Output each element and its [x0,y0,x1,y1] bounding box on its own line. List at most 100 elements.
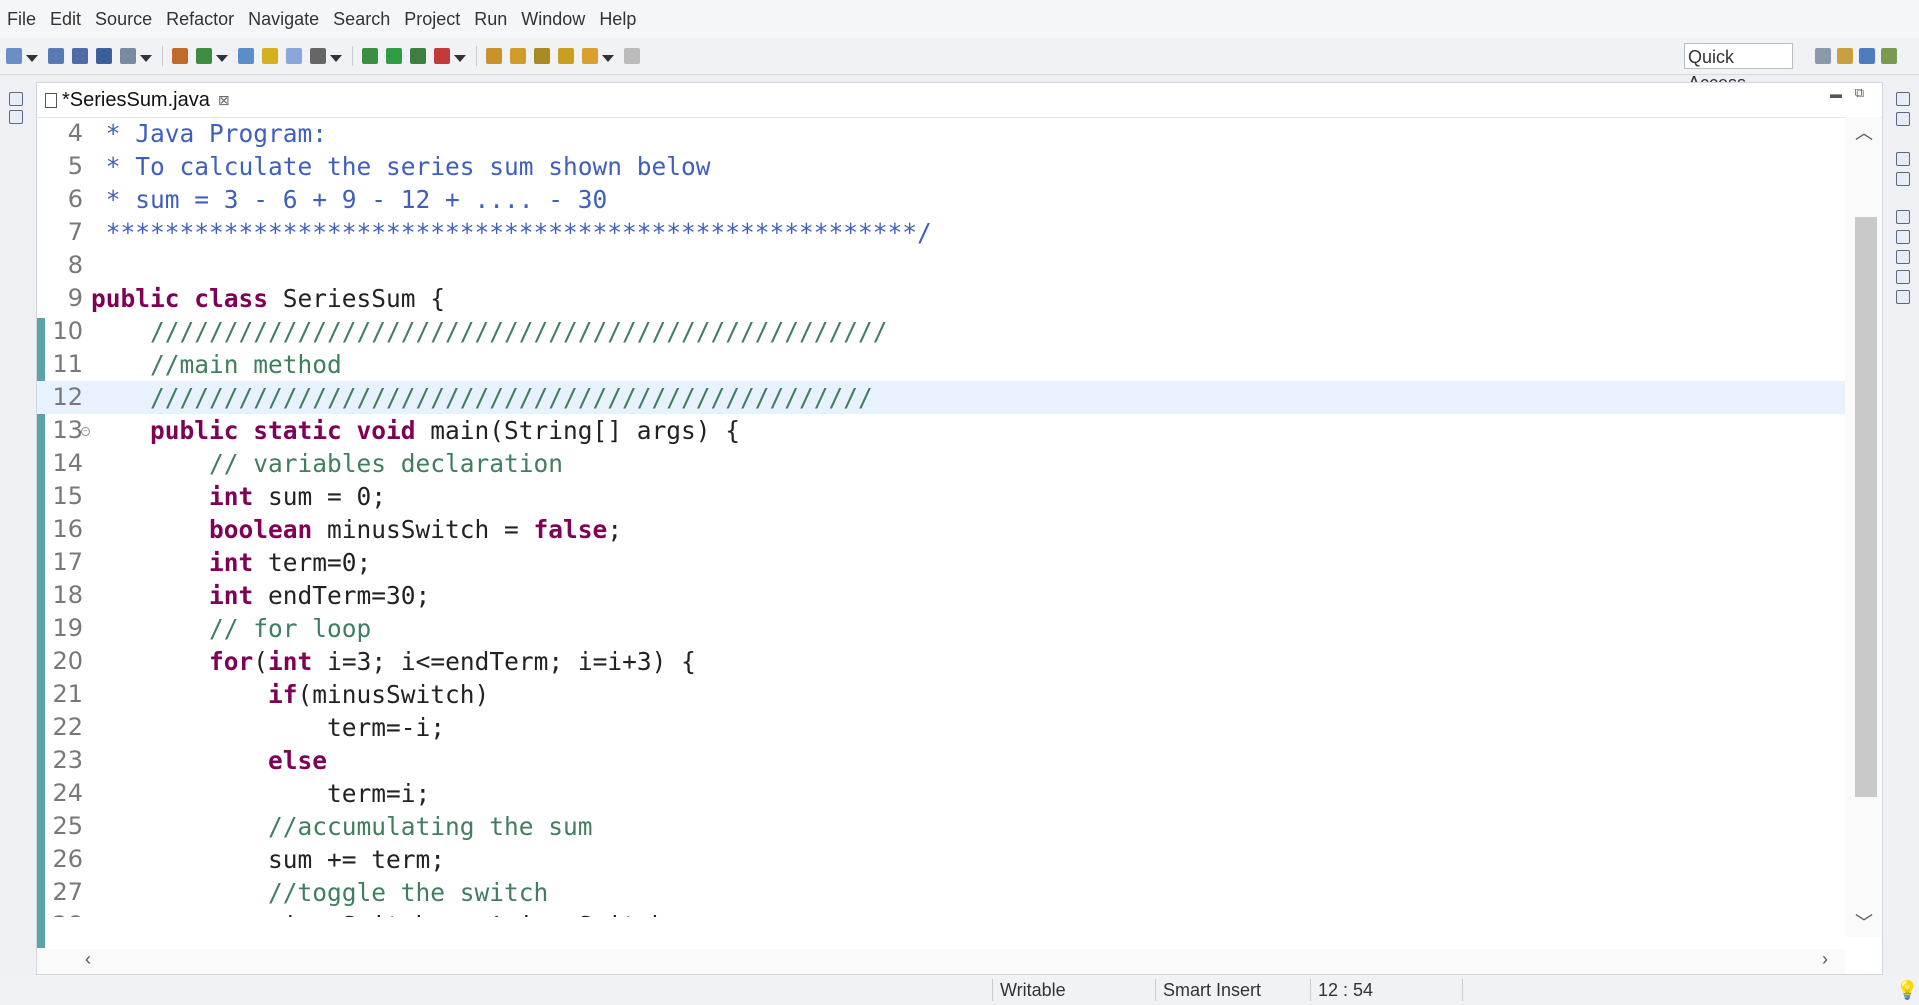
java-perspective-icon[interactable] [1859,48,1875,64]
coverage-icon[interactable] [410,48,426,64]
restore-icon[interactable] [1896,152,1910,166]
code-line[interactable]: 21 if(minusSwitch) [37,678,1845,711]
save-all-icon[interactable] [72,48,88,64]
scroll-right-icon[interactable]: › [1822,949,1828,970]
run-icon[interactable] [386,48,402,64]
code-line[interactable]: 18 int endTerm=30; [37,579,1845,612]
menu-run[interactable]: Run [467,0,514,38]
fold-toggle-icon[interactable]: − [81,427,90,436]
open-folder-icon[interactable] [486,48,502,64]
previous-annotation-icon[interactable] [558,48,574,64]
code-line[interactable]: 22 term=-i; [37,711,1845,744]
code-line[interactable]: 17 int term=0; [37,546,1845,579]
code-line[interactable]: 15 int sum = 0; [37,480,1845,513]
code-area[interactable]: 4 * Java Program: 5 * To calculate the se… [37,117,1845,917]
code-line[interactable]: 5 * To calculate the series sum shown be… [37,150,1845,183]
problems-icon[interactable] [1896,230,1910,244]
menu-refactor[interactable]: Refactor [159,0,241,38]
search-icon[interactable] [510,48,526,64]
code-line[interactable]: 7 **************************************… [37,216,1845,249]
code-line[interactable]: 13− public static void main(String[] arg… [37,414,1845,447]
editor-tab[interactable]: *SeriesSum.java ⊠ [39,83,238,117]
whitespace-icon[interactable] [310,48,326,64]
open-type-icon[interactable] [238,48,254,64]
scroll-down-icon[interactable]: ﹀ [1855,909,1873,935]
code-line[interactable]: 20 for(int i=3; i<=endTerm; i=i+3) { [37,645,1845,678]
menu-file[interactable]: File [0,0,43,38]
refresh-icon[interactable] [196,48,212,64]
dropdown-arrow-icon[interactable] [330,55,342,62]
scroll-thumb[interactable] [1855,217,1877,797]
back-icon[interactable] [582,48,598,64]
perspective-open-icon[interactable] [1815,48,1831,64]
code-line[interactable]: 14 // variables declaration [37,447,1845,480]
code-line[interactable]: 4 * Java Program: [37,117,1845,150]
java-ee-perspective-icon[interactable] [1837,48,1853,64]
code-line[interactable]: 23 else [37,744,1845,777]
skip-breakpoints-icon[interactable] [120,48,136,64]
menu-navigate[interactable]: Navigate [241,0,326,38]
code-token: public static void [150,416,416,445]
code-line[interactable]: 8 [37,249,1845,282]
code-line[interactable]: 16 boolean minusSwitch = false; [37,513,1845,546]
code-line[interactable]: 9 public class SeriesSum { [37,282,1845,315]
junit-icon[interactable] [1896,290,1910,304]
external-tools-icon[interactable] [434,48,450,64]
mark-occurrences-icon[interactable] [262,48,278,64]
toolbar-separator [162,46,163,66]
tip-lightbulb-icon[interactable]: 💡 [1896,975,1918,1005]
code-line[interactable]: 26 sum += term; [37,843,1845,876]
code-line[interactable]: 24 term=i; [37,777,1845,810]
forward-icon[interactable] [624,48,640,64]
java-editor: *SeriesSum.java ⊠ ▬ ⧉ 4 * Java Program: 5… [36,82,1883,975]
menu-edit[interactable]: Edit [43,0,88,38]
code-line[interactable]: 27 //toggle the switch [37,876,1845,909]
debug-perspective-icon[interactable] [1881,48,1897,64]
restore-icon[interactable] [9,92,23,106]
line-number: 6 [67,185,83,213]
dropdown-arrow-icon[interactable] [140,55,152,62]
code-token: int [268,647,313,676]
dropdown-arrow-icon[interactable] [602,55,614,62]
code-line[interactable]: 6 * sum = 3 - 6 + 9 - 12 + .... - 30 [37,183,1845,216]
menu-search[interactable]: Search [326,0,397,38]
menu-project[interactable]: Project [397,0,467,38]
code-line[interactable]: 25 //accumulating the sum [37,810,1845,843]
dropdown-arrow-icon[interactable] [26,55,38,62]
menu-window[interactable]: Window [514,0,592,38]
next-annotation-icon[interactable] [534,48,550,64]
code-token: //main method [91,350,342,379]
debug-icon[interactable] [362,48,378,64]
code-line[interactable]: 28 minusSwitch = !minusSwitch ; [37,909,1845,917]
new-class-icon[interactable] [172,48,188,64]
quick-access-field[interactable]: Quick Access [1684,43,1793,93]
maximize-icon[interactable]: ⧉ [1855,85,1864,101]
console-icon[interactable] [1896,250,1910,264]
code-text: ////////////////////////////////////////… [91,315,888,348]
scroll-up-icon[interactable]: ︿ [1855,119,1873,145]
task-list-icon[interactable] [1896,112,1910,126]
outline-icon[interactable] [1896,172,1910,186]
code-line[interactable]: 19 // for loop [37,612,1845,645]
code-line[interactable]: 11 //main method [37,348,1845,381]
menu-source[interactable]: Source [88,0,159,38]
close-icon[interactable]: ⊠ [218,92,230,109]
dropdown-arrow-icon[interactable] [454,55,466,62]
minimize-icon[interactable]: ▬ [1830,87,1842,101]
code-line[interactable]: 12 /////////////////////////////////////… [37,381,1845,414]
vertical-scrollbar[interactable]: ︿ ﹀ [1845,117,1881,937]
horizontal-scrollbar[interactable]: ‹ › [37,949,1845,974]
package-explorer-icon[interactable] [9,110,23,124]
save-icon[interactable] [48,48,64,64]
block-selection-icon[interactable] [286,48,302,64]
new-icon[interactable] [6,48,22,64]
restore-icon[interactable] [1896,210,1910,224]
restore-icon[interactable] [1896,92,1910,106]
dropdown-arrow-icon[interactable] [216,55,228,62]
terminal-icon[interactable] [96,48,112,64]
error-log-icon[interactable] [1896,270,1910,284]
line-number: 8 [67,251,83,279]
scroll-left-icon[interactable]: ‹ [85,949,91,970]
code-line[interactable]: 10 /////////////////////////////////////… [37,315,1845,348]
menu-help[interactable]: Help [592,0,643,38]
